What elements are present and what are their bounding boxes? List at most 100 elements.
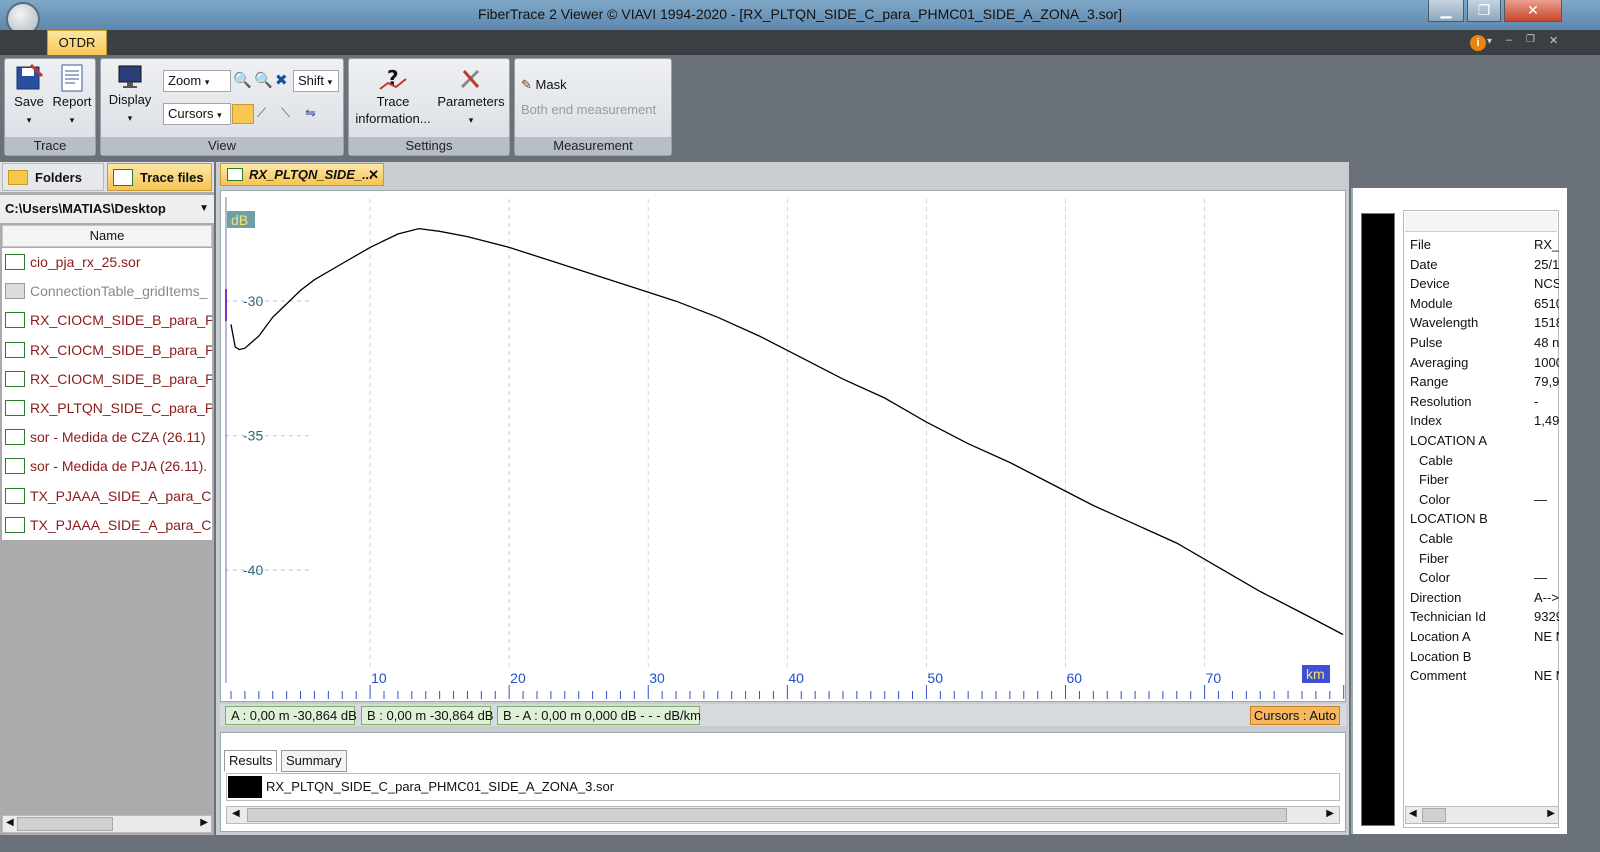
otdr-graph[interactable]: 10 20 30 40 50 60 70 -30 -35 -40 dB km [220, 190, 1346, 702]
document-tab[interactable]: RX_PLTQN_SIDE_... ✕ [220, 163, 384, 186]
info-value: 6510 [1534, 295, 1559, 311]
parameters-button[interactable]: Parameters ▾ [435, 65, 507, 129]
close-icon[interactable]: ✕ [368, 164, 379, 185]
scroll-left-icon[interactable]: ◀ [6, 817, 14, 828]
file-name: RX_CIOCM_SIDE_B_para_PJA [30, 341, 212, 358]
cursor-b-icon[interactable]: ⟍ [281, 105, 301, 123]
zoom-reset-icon[interactable]: ✖ [275, 71, 288, 89]
info-icon[interactable]: i [1470, 35, 1486, 51]
group-measurement-label: Measurement [515, 137, 671, 155]
trace-file-icon [5, 458, 25, 475]
mdi-minimize-icon[interactable]: – [1506, 34, 1512, 46]
file-list-item[interactable]: RX_CIOCM_SIDE_B_para_PJA [2, 365, 212, 394]
info-value: - [1534, 393, 1539, 409]
both-end-measurement-button[interactable]: Both end measurement [521, 102, 656, 117]
info-label: Range [1410, 374, 1449, 390]
close-button[interactable]: ✕ [1504, 0, 1562, 22]
cursor-auto-icon[interactable] [232, 104, 254, 124]
tab-folders-label: Folders [35, 170, 82, 185]
trace-file-icon [5, 516, 25, 533]
zoom-dropdown[interactable]: Zoom ▾ [163, 70, 231, 92]
y-axis-label: dB [231, 212, 248, 228]
cursor-ab-icon[interactable]: ⇋ [305, 105, 325, 123]
report-button[interactable]: Report ▾ [51, 63, 93, 129]
scroll-thumb[interactable] [247, 808, 1287, 822]
cursors-dropdown[interactable]: Cursors ▾ [163, 103, 231, 125]
save-label: Save [14, 94, 44, 109]
otdr-trace-chart[interactable]: 10 20 30 40 50 60 70 -30 -35 -40 dB km [221, 191, 1345, 701]
file-list-item[interactable]: RX_CIOCM_SIDE_B_para_PJA [2, 336, 212, 365]
tab-summary[interactable]: Summary [281, 750, 347, 772]
folder-icon [8, 170, 28, 185]
display-button[interactable]: Display ▾ [105, 63, 155, 127]
file-name: cio_pja_rx_25.sor [30, 254, 141, 270]
info-scrollbar[interactable]: ◀ ▶ [1405, 806, 1559, 824]
file-list-item[interactable]: sor - Medida de PJA (26.11). [2, 452, 212, 481]
info-label: Pulse [1410, 335, 1443, 350]
info-label: Color [1419, 570, 1451, 586]
maximize-button[interactable]: ❐ [1467, 0, 1501, 22]
scroll-left-icon[interactable]: ◀ [1409, 808, 1417, 819]
file-list-item[interactable]: RX_PLTQN_SIDE_C_para_PHM [2, 394, 212, 423]
file-list-item[interactable]: cio_pja_rx_25.sor [2, 248, 212, 277]
scroll-thumb[interactable] [1422, 808, 1446, 822]
zoom-in-icon[interactable]: 🔍 [233, 71, 252, 89]
scroll-thumb[interactable] [17, 817, 113, 831]
info-label: Fiber [1419, 550, 1449, 566]
info-label: Location B [1410, 648, 1472, 664]
display-label: Display [108, 92, 152, 107]
cursor-b-status: B : 0,00 m -30,864 dB [361, 706, 493, 725]
save-button[interactable]: Save ▾ [11, 63, 47, 129]
tab-otdr[interactable]: OTDR [47, 30, 107, 56]
zoom-out-icon[interactable]: 🔍 [254, 71, 273, 89]
cursor-a-icon[interactable]: ⟋ [257, 105, 277, 123]
tab-trace-files[interactable]: Trace files [107, 163, 212, 191]
cursor-ba-status: B - A : 0,00 m 0,000 dB - - - dB/km [497, 706, 701, 725]
x-tick-label: 30 [649, 670, 665, 686]
scroll-right-icon[interactable]: ▶ [1547, 808, 1555, 819]
trace-file-icon [5, 254, 25, 270]
unknown-file-icon [5, 283, 25, 300]
info-label: Color [1419, 491, 1451, 507]
cursors-label: Cursors [168, 106, 214, 121]
tab-folders[interactable]: Folders [2, 163, 104, 191]
file-list-item[interactable]: RX_CIOCM_SIDE_B_para_PJA [2, 306, 212, 335]
info-label: LOCATION B [1410, 511, 1488, 527]
file-list-item[interactable]: sor - Medida de CZA (26.11) [2, 423, 212, 452]
file-list-item[interactable]: TX_PJAAA_SIDE_A_para_CIO [2, 511, 212, 540]
path-dropdown[interactable]: C:\Users\MATIAS\Desktop ▼ [0, 195, 214, 223]
question-trace-icon: ? [379, 66, 407, 90]
info-value [1534, 551, 1559, 569]
file-list-scrollbar[interactable]: ◀ ▶ [2, 815, 212, 833]
cursor-mode-badge[interactable]: Cursors : Auto [1250, 706, 1340, 725]
results-scrollbar[interactable]: ◀ ▶ [226, 806, 1340, 824]
chevron-down-icon[interactable]: ▾ [1487, 36, 1492, 47]
scroll-left-icon[interactable]: ◀ [232, 808, 240, 819]
trace-file-icon [113, 169, 133, 186]
report-icon [61, 64, 83, 92]
shift-dropdown[interactable]: Shift ▾ [293, 70, 339, 92]
group-settings: ? Trace information... Parameters ▾ Setti… [348, 58, 510, 156]
info-value: RX_ [1534, 237, 1559, 252]
info-label: Resolution [1410, 393, 1472, 409]
trace-file-icon [5, 341, 25, 358]
mask-button[interactable]: ✎ Mask [521, 77, 567, 93]
info-value: NCS [1534, 276, 1559, 292]
x-tick-label: 10 [371, 670, 387, 686]
trace-information-button[interactable]: ? Trace information... [351, 65, 435, 127]
info-label: Module [1410, 295, 1453, 311]
minimize-button[interactable]: ▁ [1428, 0, 1464, 22]
file-list-item[interactable]: TX_PJAAA_SIDE_A_para_CIO [2, 482, 212, 511]
scroll-right-icon[interactable]: ▶ [200, 817, 208, 828]
mdi-restore-icon[interactable]: ❐ [1526, 34, 1535, 45]
document-tab-label: RX_PLTQN_SIDE_... [249, 167, 374, 182]
cursor-a-status: A : 0,00 m -30,864 dB [225, 706, 357, 725]
mdi-close-icon[interactable]: ✕ [1549, 34, 1558, 47]
column-header-name[interactable]: Name [2, 225, 212, 247]
file-name: TX_PJAAA_SIDE_A_para_CIO [30, 487, 212, 504]
file-list-item[interactable]: ConnectionTable_gridItems_ [2, 277, 212, 306]
x-tick-label: 70 [1206, 670, 1222, 686]
tab-results[interactable]: Results [224, 750, 278, 772]
scroll-right-icon[interactable]: ▶ [1326, 808, 1334, 819]
result-file-name: RX_PLTQN_SIDE_C_para_PHMC01_SIDE_A_ZONA_… [266, 779, 615, 794]
